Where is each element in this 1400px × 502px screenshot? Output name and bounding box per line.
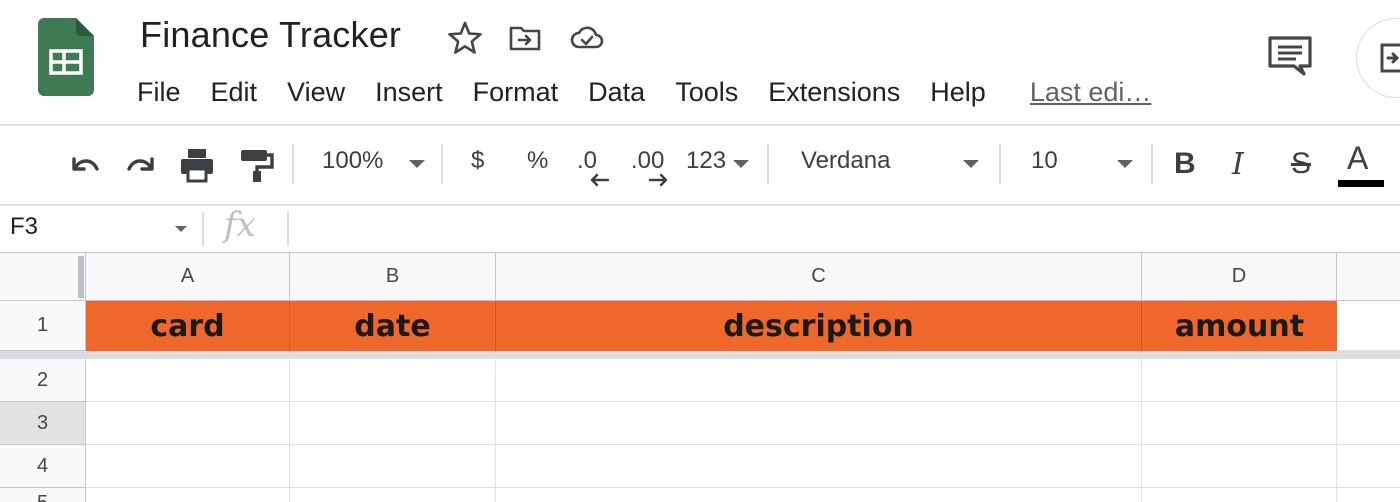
font-size-select[interactable]: 10 bbox=[1031, 147, 1058, 175]
present-icon bbox=[1380, 43, 1400, 73]
redo-icon[interactable] bbox=[122, 145, 162, 185]
increase-decimal-button[interactable]: .00 bbox=[631, 147, 664, 175]
grid-cell[interactable] bbox=[86, 445, 290, 488]
grid-cell[interactable] bbox=[496, 445, 1142, 488]
row-header-2[interactable]: 2 bbox=[0, 359, 86, 402]
present-button[interactable] bbox=[1356, 18, 1400, 98]
menu-insert[interactable]: Insert bbox=[375, 77, 443, 108]
arrow-left-icon bbox=[590, 173, 610, 187]
name-box[interactable]: F3 bbox=[10, 213, 38, 241]
percent-format-button[interactable]: % bbox=[527, 147, 548, 175]
header-cell-amount[interactable]: amount bbox=[1142, 301, 1337, 351]
grid-cell[interactable] bbox=[290, 488, 496, 502]
menu-bar: File Edit View Insert Format Data Tools … bbox=[137, 72, 1151, 112]
toolbar-separator bbox=[441, 144, 443, 184]
frozen-row-divider[interactable] bbox=[0, 351, 1400, 359]
decrease-decimal-button[interactable]: .0 bbox=[577, 147, 597, 175]
column-header-a[interactable]: A bbox=[86, 253, 290, 301]
menu-edit[interactable]: Edit bbox=[211, 77, 258, 108]
grid-cell[interactable] bbox=[1337, 488, 1400, 502]
column-header-d[interactable]: D bbox=[1142, 253, 1337, 301]
document-title[interactable]: Finance Tracker bbox=[140, 14, 401, 56]
freeze-handle[interactable] bbox=[78, 256, 84, 298]
header-cell-date[interactable]: date bbox=[290, 301, 496, 351]
zoom-dropdown-icon[interactable] bbox=[409, 160, 425, 168]
comment-history-icon[interactable] bbox=[1266, 34, 1314, 78]
grid-cell[interactable] bbox=[86, 402, 290, 445]
select-all-corner[interactable] bbox=[0, 253, 86, 301]
grid-cell[interactable] bbox=[496, 402, 1142, 445]
currency-format-button[interactable]: $ bbox=[471, 147, 484, 175]
grid-cell[interactable] bbox=[1142, 445, 1337, 488]
font-family-dropdown-icon[interactable] bbox=[963, 160, 979, 168]
toolbar-separator bbox=[1151, 144, 1153, 184]
fx-icon: fx bbox=[224, 205, 256, 245]
menu-extensions[interactable]: Extensions bbox=[768, 77, 900, 108]
header-divider bbox=[0, 124, 1400, 126]
menu-help[interactable]: Help bbox=[930, 77, 986, 108]
paint-format-icon[interactable] bbox=[237, 145, 277, 185]
formula-bar-separator bbox=[202, 212, 204, 246]
text-color-swatch bbox=[1338, 180, 1384, 187]
toolbar-separator bbox=[767, 144, 769, 184]
row-header-5[interactable]: 5 bbox=[0, 488, 86, 502]
grid-cell[interactable] bbox=[1142, 359, 1337, 402]
grid-cell[interactable] bbox=[1337, 359, 1400, 402]
grid-cell[interactable] bbox=[1142, 402, 1337, 445]
strikethrough-button[interactable]: S bbox=[1291, 147, 1311, 181]
print-icon[interactable] bbox=[177, 145, 217, 185]
bold-button[interactable]: B bbox=[1174, 147, 1196, 181]
sheets-logo-icon[interactable] bbox=[38, 18, 94, 96]
grid-cell[interactable] bbox=[290, 445, 496, 488]
font-size-dropdown-icon[interactable] bbox=[1117, 160, 1133, 168]
move-to-folder-icon[interactable] bbox=[507, 20, 543, 56]
grid-cell[interactable] bbox=[86, 488, 290, 502]
text-color-icon: A bbox=[1347, 140, 1369, 176]
menu-data[interactable]: Data bbox=[588, 77, 645, 108]
row-header-1[interactable]: 1 bbox=[0, 301, 86, 351]
formula-input[interactable] bbox=[292, 210, 1392, 248]
column-header-e[interactable] bbox=[1337, 253, 1400, 301]
menu-view[interactable]: View bbox=[287, 77, 345, 108]
last-edit-link[interactable]: Last edi… bbox=[1030, 77, 1152, 108]
header-cell-description[interactable]: description bbox=[496, 301, 1142, 351]
grid-cell[interactable] bbox=[290, 359, 496, 402]
arrow-right-icon bbox=[648, 173, 668, 187]
italic-button[interactable]: I bbox=[1232, 147, 1244, 182]
column-header-b[interactable]: B bbox=[290, 253, 496, 301]
row-header-3[interactable]: 3 bbox=[0, 402, 86, 445]
column-header-c[interactable]: C bbox=[496, 253, 1142, 301]
text-color-button[interactable]: A bbox=[1338, 140, 1384, 190]
menu-format[interactable]: Format bbox=[473, 77, 559, 108]
grid-cell[interactable] bbox=[1337, 301, 1400, 351]
row-header-4[interactable]: 4 bbox=[0, 445, 86, 488]
star-icon[interactable] bbox=[447, 20, 483, 56]
toolbar-separator bbox=[999, 144, 1001, 184]
zoom-select[interactable]: 100% bbox=[322, 147, 383, 175]
grid-cell[interactable] bbox=[496, 488, 1142, 502]
grid-cell[interactable] bbox=[86, 359, 290, 402]
grid-cell[interactable] bbox=[290, 402, 496, 445]
menu-file[interactable]: File bbox=[137, 77, 181, 108]
formula-bar-separator bbox=[287, 212, 289, 246]
more-formats-dropdown-icon[interactable] bbox=[733, 160, 749, 168]
menu-tools[interactable]: Tools bbox=[675, 77, 738, 108]
undo-icon[interactable] bbox=[64, 145, 104, 185]
grid-cell[interactable] bbox=[1337, 402, 1400, 445]
more-formats-button[interactable]: 123 bbox=[686, 147, 726, 175]
toolbar-separator bbox=[292, 144, 294, 184]
header-cell-card[interactable]: card bbox=[86, 301, 290, 351]
toolbar-divider bbox=[0, 204, 1400, 206]
font-family-select[interactable]: Verdana bbox=[801, 147, 890, 175]
name-box-dropdown-icon[interactable] bbox=[175, 226, 187, 232]
cloud-saved-icon[interactable] bbox=[569, 20, 605, 56]
grid-cell[interactable] bbox=[1337, 445, 1400, 488]
grid-cell[interactable] bbox=[1142, 488, 1337, 502]
grid-cell[interactable] bbox=[496, 359, 1142, 402]
row-number: 5 bbox=[37, 492, 48, 502]
